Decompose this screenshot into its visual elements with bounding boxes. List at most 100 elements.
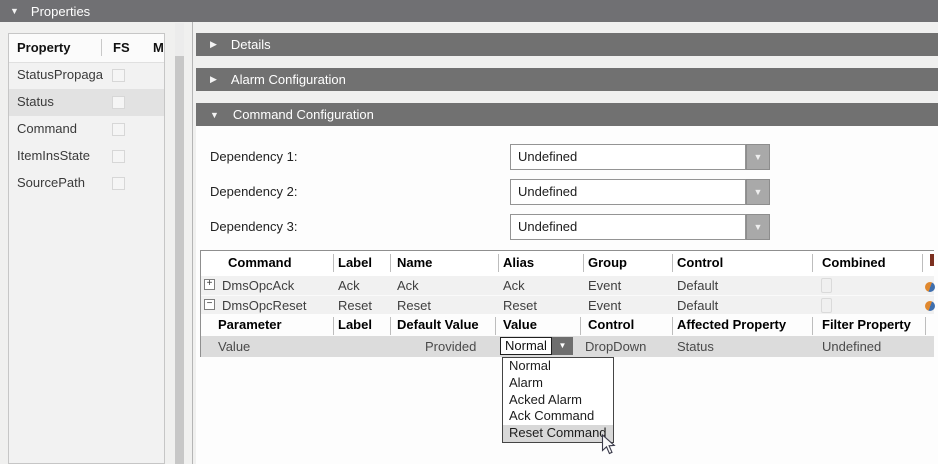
col-control: Control	[588, 317, 634, 332]
column-divider	[922, 254, 923, 272]
col-label: Label	[338, 317, 372, 332]
fs-checkbox[interactable]	[112, 96, 125, 109]
column-divider	[812, 317, 813, 335]
dropdown-option-ack-command[interactable]: Ack Command	[503, 408, 613, 425]
chevron-down-icon[interactable]: ▼	[746, 214, 770, 240]
column-header-m: M	[153, 40, 164, 55]
dropdown-option-alarm[interactable]: Alarm	[503, 375, 613, 392]
cell-default-value: Provided	[425, 339, 476, 354]
property-grid-header: Property FS M	[9, 34, 164, 63]
section-label: Command Configuration	[233, 107, 374, 122]
properties-window: ▼ Properties Property FS M StatusPropaga…	[0, 0, 938, 464]
command-row-dmsopcack[interactable]: + DmsOpcAck Ack Ack Ack Event Default	[201, 276, 934, 296]
vertical-scrollbar-thumb[interactable]	[175, 56, 184, 464]
window-title: Properties	[31, 4, 90, 19]
collapse-triangle-icon[interactable]: ▼	[10, 6, 19, 16]
col-alias: Alias	[503, 255, 534, 270]
cell-command: DmsOpcAck	[222, 278, 294, 293]
dependency-3-dropdown[interactable]: Undefined ▼	[510, 214, 770, 240]
dropdown-option-normal[interactable]: Normal	[503, 358, 613, 375]
column-divider	[498, 254, 499, 272]
dropdown-value[interactable]: Undefined	[510, 144, 746, 170]
expanded-triangle-icon[interactable]: ▼	[210, 110, 219, 120]
property-row-statuspropagation[interactable]: StatusPropaga	[9, 62, 164, 89]
dropdown-option-reset-command[interactable]: Reset Command	[503, 425, 613, 442]
column-divider	[390, 254, 391, 272]
dependency-3-label: Dependency 3:	[210, 219, 297, 234]
column-divider	[390, 317, 391, 335]
column-divider	[580, 317, 581, 335]
column-divider	[495, 317, 496, 335]
value-dropdown-popup: Normal Alarm Acked Alarm Ack Command Res…	[502, 357, 614, 443]
property-row-iteminsstate[interactable]: ItemInsState	[9, 143, 164, 170]
column-header-property: Property	[17, 40, 70, 55]
column-divider	[672, 317, 673, 335]
section-label: Details	[231, 37, 271, 52]
clipped-command-icon	[925, 301, 935, 311]
fs-checkbox[interactable]	[112, 123, 125, 136]
col-group: Group	[588, 255, 627, 270]
expand-plus-icon[interactable]: +	[204, 279, 215, 290]
column-divider	[583, 254, 584, 272]
combined-checkbox[interactable]	[821, 298, 832, 313]
cell-filter-property: Undefined	[822, 339, 881, 354]
cell-group: Event	[588, 298, 621, 313]
section-label: Alarm Configuration	[231, 72, 346, 87]
column-divider	[333, 254, 334, 272]
col-label: Label	[338, 255, 372, 270]
chevron-down-icon[interactable]: ▼	[552, 337, 573, 355]
chevron-down-icon[interactable]: ▼	[746, 179, 770, 205]
parameter-row-value[interactable]: Value Provided Normal ▼ DropDown Status …	[201, 336, 934, 357]
command-row-dmsopcreset[interactable]: − DmsOpcReset Reset Reset Reset Event De…	[201, 296, 934, 315]
combined-checkbox[interactable]	[821, 278, 832, 293]
cell-affected-property: Status	[677, 339, 714, 354]
column-divider	[672, 254, 673, 272]
command-table-header: Command Label Name Alias Group Control C…	[201, 251, 934, 276]
dependency-2-dropdown[interactable]: Undefined ▼	[510, 179, 770, 205]
column-divider	[812, 254, 813, 272]
dropdown-value[interactable]: Undefined	[510, 179, 746, 205]
property-row-sourcepath[interactable]: SourcePath	[9, 170, 164, 197]
col-affected-property: Affected Property	[677, 317, 786, 332]
cell-name: Reset	[397, 298, 431, 313]
col-value: Value	[503, 317, 537, 332]
mouse-cursor-icon	[601, 434, 616, 459]
cell-control: DropDown	[585, 339, 646, 354]
fs-checkbox[interactable]	[112, 177, 125, 190]
col-command: Command	[228, 255, 292, 270]
command-table: Command Label Name Alias Group Control C…	[200, 250, 934, 357]
property-row-status[interactable]: Status	[9, 89, 164, 116]
section-command-configuration[interactable]: ▼ Command Configuration	[196, 103, 938, 126]
cell-alias: Ack	[503, 278, 525, 293]
collapse-minus-icon[interactable]: −	[204, 299, 215, 310]
dropdown-option-acked-alarm[interactable]: Acked Alarm	[503, 392, 613, 409]
property-row-label: Command	[17, 121, 111, 136]
dependency-2-label: Dependency 2:	[210, 184, 297, 199]
section-alarm-configuration[interactable]: ▶ Alarm Configuration	[196, 68, 938, 91]
cell-control: Default	[677, 278, 718, 293]
value-dropdown-value[interactable]: Normal	[500, 337, 552, 355]
cell-command: DmsOpcReset	[222, 298, 307, 313]
properties-titlebar[interactable]: ▼ Properties	[0, 0, 938, 22]
property-row-label: ItemInsState	[17, 148, 111, 163]
property-row-command[interactable]: Command	[9, 116, 164, 143]
clipped-column-header-fragment	[930, 254, 934, 266]
dependency-1-dropdown[interactable]: Undefined ▼	[510, 144, 770, 170]
fs-checkbox[interactable]	[112, 150, 125, 163]
dropdown-value[interactable]: Undefined	[510, 214, 746, 240]
col-control: Control	[677, 255, 723, 270]
col-default-value: Default Value	[397, 317, 479, 332]
parameter-table-header: Parameter Label Default Value Value Cont…	[201, 314, 934, 336]
chevron-down-icon[interactable]: ▼	[746, 144, 770, 170]
property-row-label: Status	[17, 94, 111, 109]
cell-parameter: Value	[218, 339, 250, 354]
property-grid: Property FS M StatusPropaga Status Comma…	[8, 33, 165, 464]
fs-checkbox[interactable]	[112, 69, 125, 82]
cell-group: Event	[588, 278, 621, 293]
section-details[interactable]: ▶ Details	[196, 33, 938, 56]
value-dropdown[interactable]: Normal ▼	[500, 337, 574, 355]
collapsed-triangle-icon[interactable]: ▶	[210, 39, 217, 50]
collapsed-triangle-icon[interactable]: ▶	[210, 74, 217, 85]
panel-divider	[192, 22, 193, 464]
property-row-label: SourcePath	[17, 175, 111, 190]
